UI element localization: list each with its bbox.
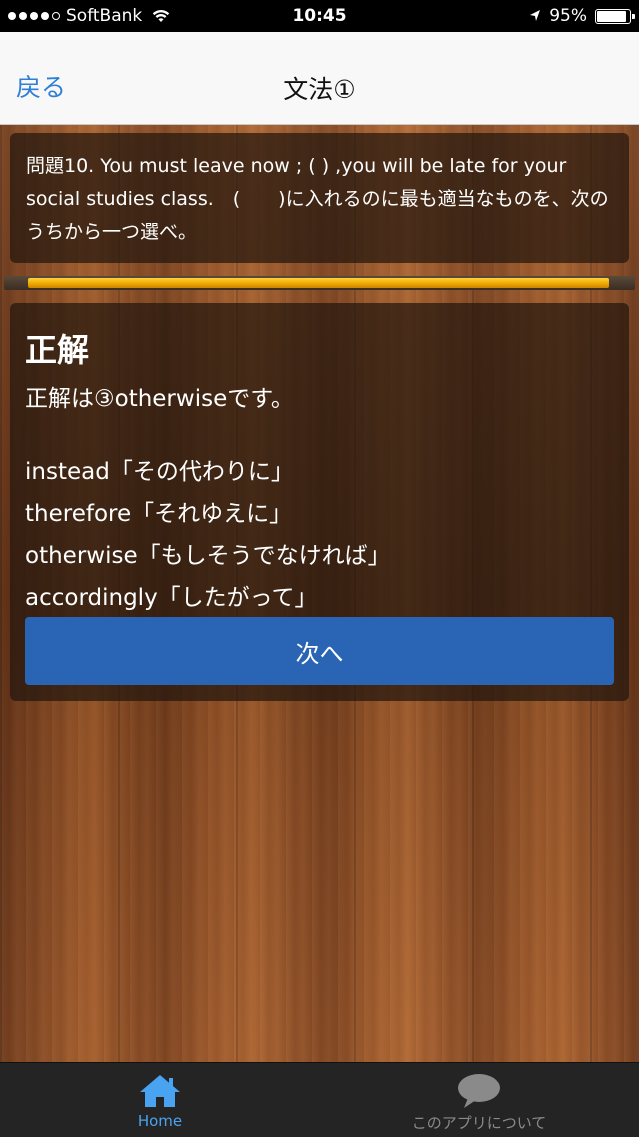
tab-about-label: このアプリについて [411, 1114, 547, 1132]
choice-item: otherwise「もしそうでなければ」 [25, 543, 391, 569]
home-icon [140, 1075, 180, 1107]
tab-about[interactable]: このアプリについて [319, 1063, 639, 1137]
next-button[interactable]: 次へ [25, 617, 614, 685]
tab-home-label: Home [137, 1112, 183, 1130]
choice-item: instead「その代わりに」 [25, 459, 294, 485]
progress-fill [28, 278, 609, 288]
battery-percent: 95% [549, 6, 587, 26]
answer-title: 正解 [25, 331, 90, 369]
answer-text: 正解は③otherwiseです。 [25, 386, 294, 412]
question-text: 問題10. You must leave now ; ( ) ,you will… [26, 155, 609, 243]
tab-bar: Home このアプリについて [0, 1062, 639, 1137]
status-right: 95% [529, 6, 635, 26]
question-panel: 問題10. You must leave now ; ( ) ,you will… [10, 133, 629, 263]
speech-bubble-icon [458, 1074, 500, 1108]
choice-item: therefore「それゆえに」 [25, 501, 293, 527]
battery-level [597, 10, 626, 22]
quiz-content: 問題10. You must leave now ; ( ) ,you will… [0, 125, 639, 1062]
status-bar: SoftBank 10:45 95% [0, 0, 639, 32]
progress-bar [4, 276, 635, 290]
page-title: 文法① [283, 75, 356, 104]
navigation-bar: 戻る 文法① [0, 32, 639, 125]
battery-icon [595, 8, 635, 24]
choice-list: instead「その代わりに」 therefore「それゆえに」 otherwi… [25, 451, 391, 619]
tab-home[interactable]: Home [0, 1063, 320, 1137]
answer-panel: 正解 正解は③otherwiseです。 instead「その代わりに」 ther… [10, 303, 629, 701]
location-arrow-icon [530, 10, 541, 21]
choice-item: accordingly「したがって」 [25, 585, 318, 611]
